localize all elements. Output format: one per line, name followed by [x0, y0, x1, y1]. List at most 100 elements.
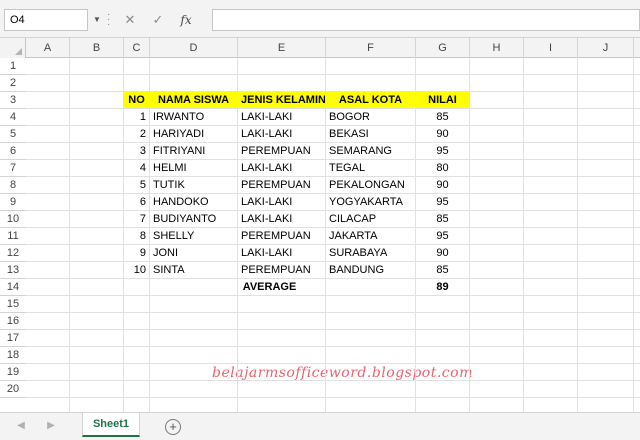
table-cell[interactable]: BEKASI: [325, 125, 416, 143]
column-header-a[interactable]: A: [26, 38, 70, 58]
table-cell[interactable]: JAKARTA: [325, 227, 416, 245]
table-cell[interactable]: BANDUNG: [325, 261, 416, 279]
worksheet-grid[interactable]: ABCDEFGHIJ 1 2 3 4 5 6 7 8 9 10 11 12 13 14 15 16 17 18 19…: [0, 38, 640, 412]
row-header-12[interactable]: 12: [0, 245, 26, 262]
table-cell[interactable]: 85: [415, 261, 470, 279]
row-header-9[interactable]: 9: [0, 194, 26, 211]
table-cell[interactable]: 7: [123, 210, 150, 228]
table-cell[interactable]: PEREMPUAN: [237, 261, 326, 279]
table-cell[interactable]: FITRIYANI: [149, 142, 238, 160]
column-header-d[interactable]: D: [150, 38, 238, 58]
tab-sheet1[interactable]: Sheet1: [82, 413, 140, 437]
row-header-5[interactable]: 5: [0, 126, 26, 143]
row-header-2[interactable]: 2: [0, 75, 26, 92]
column-header-e[interactable]: E: [238, 38, 326, 58]
formula-input[interactable]: [212, 9, 640, 31]
table-cell[interactable]: CILACAP: [325, 210, 416, 228]
table-cell[interactable]: 85: [415, 108, 470, 126]
row-header-20[interactable]: 20: [0, 381, 26, 398]
table-cell[interactable]: 90: [415, 125, 470, 143]
row-header-10[interactable]: 10: [0, 211, 26, 228]
table-cell[interactable]: 1: [123, 108, 150, 126]
table-cell[interactable]: 95: [415, 142, 470, 160]
row-header-13[interactable]: 13: [0, 262, 26, 279]
table-cell[interactable]: TUTIK: [149, 176, 238, 194]
column-header-c[interactable]: C: [124, 38, 150, 58]
table-cell[interactable]: PEREMPUAN: [237, 176, 326, 194]
insert-function-icon[interactable]: fx: [172, 9, 200, 31]
table-cell[interactable]: SINTA: [149, 261, 238, 279]
cell-area[interactable]: NO NAMA SISWA JENIS KELAMIN ASAL KOTA NILAI 1…: [26, 58, 640, 412]
row-header-16[interactable]: 16: [0, 313, 26, 330]
column-header-f[interactable]: F: [326, 38, 416, 58]
header-cell[interactable]: NILAI: [415, 91, 470, 109]
table-cell[interactable]: IRWANTO: [149, 108, 238, 126]
row-header-19[interactable]: 19: [0, 364, 26, 381]
row-header-11[interactable]: 11: [0, 228, 26, 245]
select-all-button[interactable]: [0, 38, 26, 58]
table-cell[interactable]: 90: [415, 244, 470, 262]
table-cell[interactable]: BOGOR: [325, 108, 416, 126]
row-header-1[interactable]: 1: [0, 58, 26, 75]
table-cell[interactable]: 80: [415, 159, 470, 177]
add-sheet-button[interactable]: +: [165, 419, 181, 435]
row-header-15[interactable]: 15: [0, 296, 26, 313]
table-cell[interactable]: LAKI-LAKI: [237, 193, 326, 211]
table-cell[interactable]: LAKI-LAKI: [237, 125, 326, 143]
header-cell[interactable]: NO: [123, 91, 150, 109]
average-label[interactable]: AVERAGE: [123, 278, 416, 296]
table-cell[interactable]: 6: [123, 193, 150, 211]
table-cell[interactable]: SHELLY: [149, 227, 238, 245]
row-header-7[interactable]: 7: [0, 160, 26, 177]
chevron-down-icon[interactable]: ▼: [90, 9, 104, 31]
table-cell[interactable]: 4: [123, 159, 150, 177]
table-cell[interactable]: LAKI-LAKI: [237, 108, 326, 126]
enter-icon[interactable]: ✓: [144, 9, 172, 31]
table-cell[interactable]: LAKI-LAKI: [237, 244, 326, 262]
table-cell[interactable]: HELMI: [149, 159, 238, 177]
table-cell[interactable]: HARIYADI: [149, 125, 238, 143]
cancel-icon[interactable]: ✕: [116, 9, 144, 31]
row-header-17[interactable]: 17: [0, 330, 26, 347]
header-cell[interactable]: NAMA SISWA: [149, 91, 238, 109]
table-cell[interactable]: 90: [415, 176, 470, 194]
table-cell[interactable]: TEGAL: [325, 159, 416, 177]
row-header-3[interactable]: 3: [0, 92, 26, 109]
table-cell[interactable]: SEMARANG: [325, 142, 416, 160]
tab-scroll-right-icon[interactable]: ▶: [44, 419, 58, 433]
header-cell[interactable]: ASAL KOTA: [325, 91, 416, 109]
row-header-18[interactable]: 18: [0, 347, 26, 364]
tab-scroll-left-icon[interactable]: ◀: [14, 419, 28, 433]
table-cell[interactable]: PEREMPUAN: [237, 227, 326, 245]
table-cell[interactable]: LAKI-LAKI: [237, 159, 326, 177]
table-cell[interactable]: JONI: [149, 244, 238, 262]
column-header-g[interactable]: G: [416, 38, 470, 58]
header-cell[interactable]: JENIS KELAMIN: [237, 91, 326, 109]
table-cell[interactable]: 95: [415, 227, 470, 245]
table-cell[interactable]: PEREMPUAN: [237, 142, 326, 160]
table-cell[interactable]: 8: [123, 227, 150, 245]
row-header-14[interactable]: 14: [0, 279, 26, 296]
table-cell[interactable]: LAKI-LAKI: [237, 210, 326, 228]
table-cell[interactable]: PEKALONGAN: [325, 176, 416, 194]
column-header-b[interactable]: B: [70, 38, 124, 58]
row-header-4[interactable]: 4: [0, 109, 26, 126]
row-header-8[interactable]: 8: [0, 177, 26, 194]
table-cell[interactable]: 9: [123, 244, 150, 262]
column-header-i[interactable]: I: [524, 38, 578, 58]
drag-handle-icon[interactable]: · · ·: [107, 10, 113, 30]
row-header-6[interactable]: 6: [0, 143, 26, 160]
table-cell[interactable]: HANDOKO: [149, 193, 238, 211]
name-box[interactable]: O4: [4, 9, 88, 31]
table-cell[interactable]: SURABAYA: [325, 244, 416, 262]
table-cell[interactable]: 85: [415, 210, 470, 228]
column-header-j[interactable]: J: [578, 38, 634, 58]
table-cell[interactable]: BUDIYANTO: [149, 210, 238, 228]
table-cell[interactable]: YOGYAKARTA: [325, 193, 416, 211]
table-cell[interactable]: 95: [415, 193, 470, 211]
table-cell[interactable]: 2: [123, 125, 150, 143]
average-value[interactable]: 89: [415, 278, 470, 296]
table-cell[interactable]: 3: [123, 142, 150, 160]
column-header-h[interactable]: H: [470, 38, 524, 58]
table-cell[interactable]: 10: [123, 261, 150, 279]
